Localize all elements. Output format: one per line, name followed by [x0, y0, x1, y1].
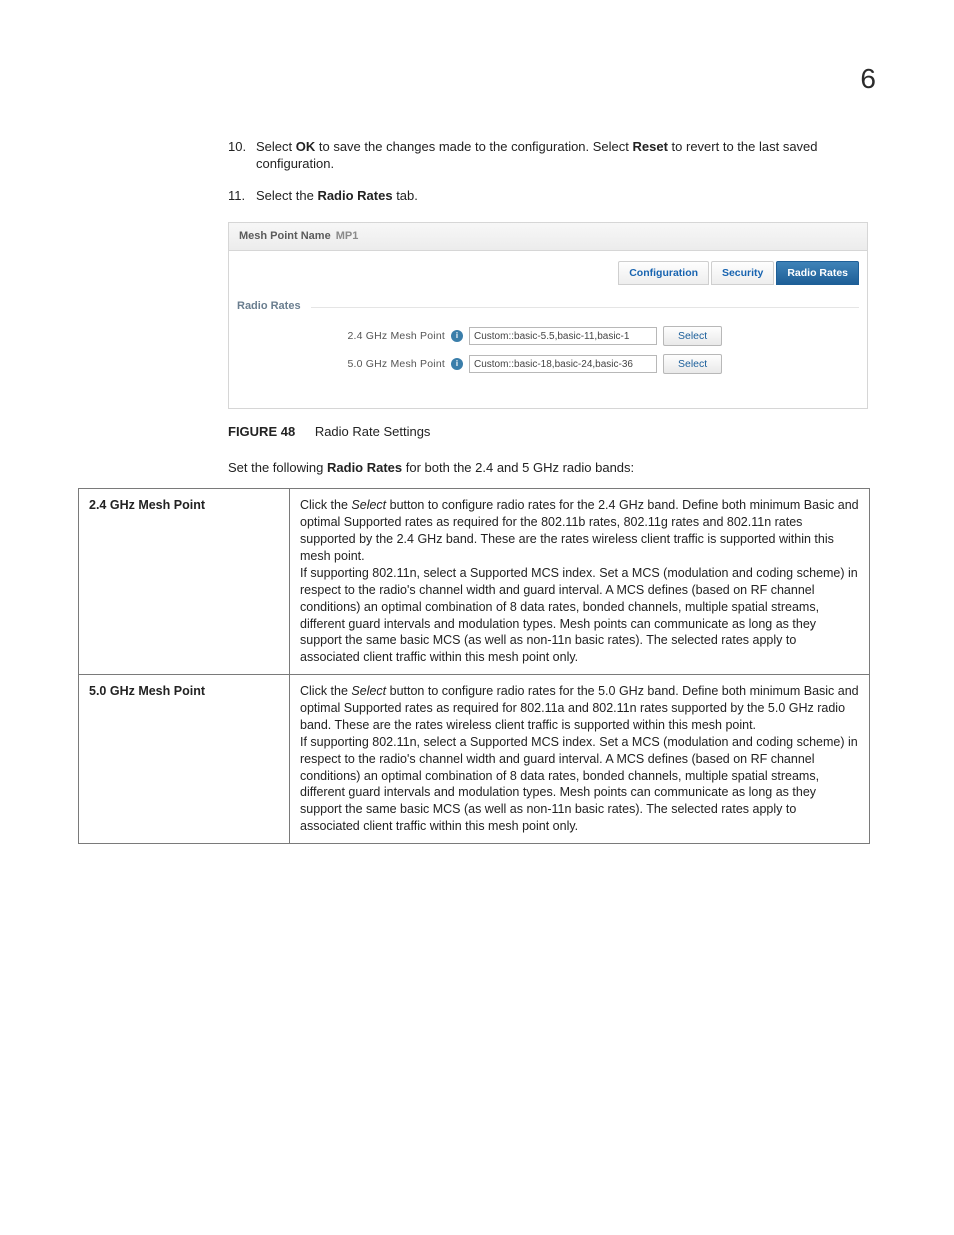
lead-text: Set the following Radio Rates for both t… [228, 459, 876, 477]
mesh-point-name-label: Mesh Point Name [239, 230, 331, 242]
desc-24ghz: Click the Select button to configure rad… [290, 489, 870, 675]
tab-security[interactable]: Security [711, 261, 774, 285]
info-icon[interactable]: i [451, 330, 463, 342]
rate-row-50ghz: 5.0 GHz Mesh Point i Select [237, 354, 859, 374]
step-11-text: Select the Radio Rates tab. [256, 188, 418, 203]
step-10: 10. Select OK to save the changes made t… [228, 138, 876, 173]
step-11-number: 11. [228, 187, 245, 205]
figure-title: Radio Rate Settings [315, 424, 431, 439]
figure-label: FIGURE 48 [228, 424, 295, 439]
radio-rates-fieldset-label: Radio Rates [237, 299, 859, 314]
rate-50-input[interactable] [469, 355, 657, 373]
page-number: 6 [78, 60, 876, 98]
table-row: 5.0 GHz Mesh Point Click the Select butt… [79, 675, 870, 844]
rate-50-select-button[interactable]: Select [663, 354, 722, 374]
panel-header: Mesh Point Name MP1 [228, 222, 868, 251]
description-table: 2.4 GHz Mesh Point Click the Select butt… [78, 488, 870, 844]
figure-caption: FIGURE 48 Radio Rate Settings [228, 423, 876, 441]
step-10-number: 10. [228, 138, 246, 156]
tab-configuration[interactable]: Configuration [618, 261, 709, 285]
tab-radio-rates[interactable]: Radio Rates [776, 261, 859, 285]
panel-body: Configuration Security Radio Rates Radio… [228, 251, 868, 409]
desc-50ghz: Click the Select button to configure rad… [290, 675, 870, 844]
rate-50-label: 5.0 GHz Mesh Point [329, 357, 451, 371]
step-11: 11. Select the Radio Rates tab. [228, 187, 876, 205]
term-50ghz: 5.0 GHz Mesh Point [79, 675, 290, 844]
table-row: 2.4 GHz Mesh Point Click the Select butt… [79, 489, 870, 675]
tab-bar: Configuration Security Radio Rates [237, 261, 859, 285]
rate-24-select-button[interactable]: Select [663, 326, 722, 346]
info-icon[interactable]: i [451, 358, 463, 370]
mesh-point-name-value: MP1 [336, 230, 359, 242]
rate-24-label: 2.4 GHz Mesh Point [329, 329, 451, 343]
screenshot-panel: Mesh Point Name MP1 Configuration Securi… [228, 222, 868, 409]
steps-list: 10. Select OK to save the changes made t… [228, 138, 876, 205]
term-24ghz: 2.4 GHz Mesh Point [79, 489, 290, 675]
rate-row-24ghz: 2.4 GHz Mesh Point i Select [237, 326, 859, 346]
step-10-text: Select OK to save the changes made to th… [256, 139, 818, 172]
rate-24-input[interactable] [469, 327, 657, 345]
